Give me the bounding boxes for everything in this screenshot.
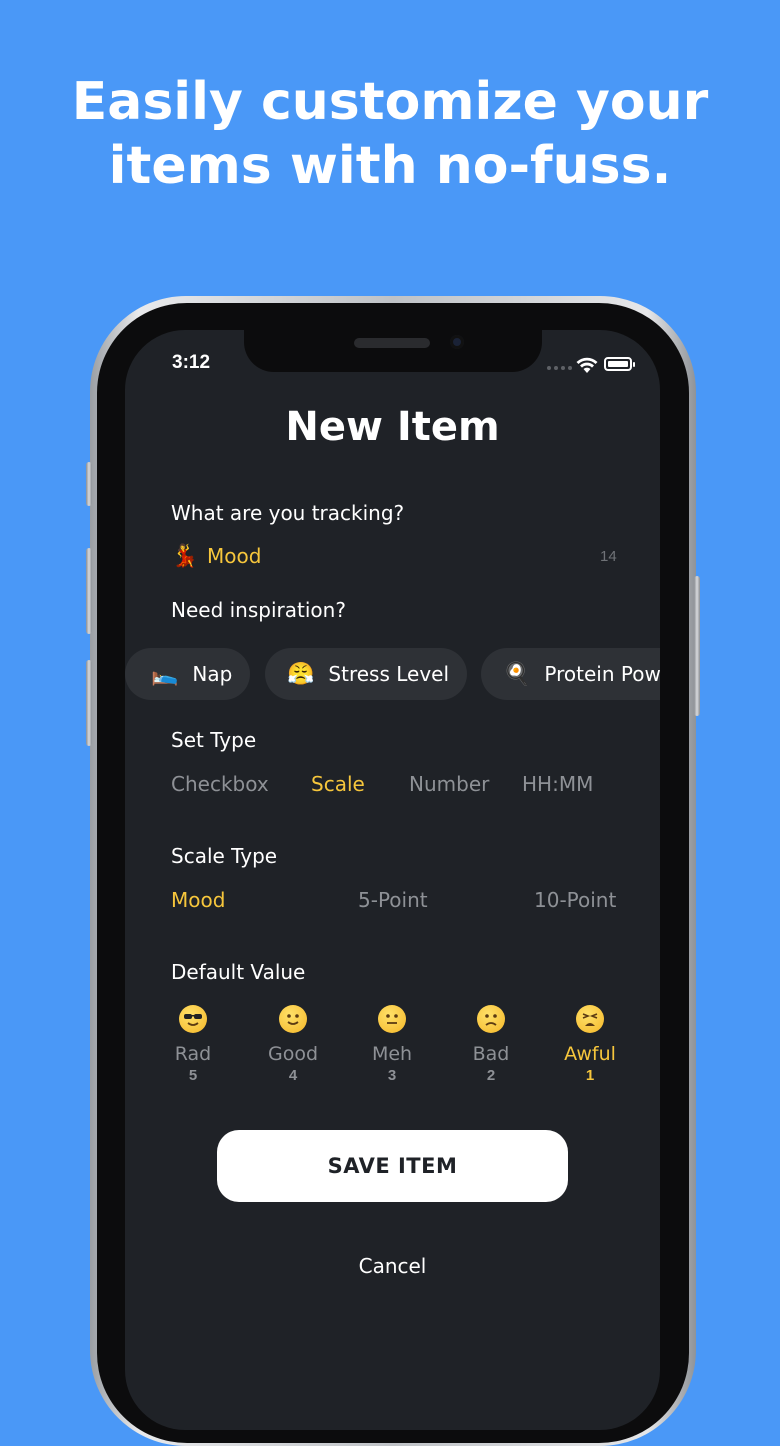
scale-type-mood[interactable]: Mood xyxy=(171,888,225,912)
earpiece-speaker xyxy=(354,338,430,348)
set-type-scale[interactable]: Scale xyxy=(311,772,365,796)
headline: Easily customize your items with no-fuss… xyxy=(0,70,780,198)
dancer-icon: 💃 xyxy=(171,543,199,568)
tired-face-icon xyxy=(576,1005,604,1033)
mood-value: 5 xyxy=(188,1067,198,1084)
mood-value: 2 xyxy=(486,1067,496,1084)
inspiration-chips: 🛌 Nap 😤 Stress Level 🍳 Protein Pow xyxy=(125,648,660,700)
mood-option-meh[interactable]: Meh 3 xyxy=(352,1005,432,1084)
chip-label: Nap xyxy=(192,662,233,686)
scale-type-10-point[interactable]: 10-Point xyxy=(534,888,616,912)
mute-switch xyxy=(86,462,92,506)
volume-up-button xyxy=(86,548,92,634)
cellular-signal-icon xyxy=(547,366,572,370)
status-time: 3:12 xyxy=(172,352,211,373)
steam-face-icon: 😤 xyxy=(287,661,315,687)
volume-down-button xyxy=(86,660,92,746)
headline-line-1: Easily customize your xyxy=(71,72,709,132)
mood-option-awful[interactable]: Awful 1 xyxy=(550,1005,630,1084)
scale-type-5-point[interactable]: 5-Point xyxy=(358,888,428,912)
chip-label: Protein Pow xyxy=(544,662,660,686)
set-type-number[interactable]: Number xyxy=(409,772,489,796)
frown-face-icon xyxy=(477,1005,505,1033)
tracking-label: What are you tracking? xyxy=(171,501,405,525)
headline-line-2: items with no-fuss. xyxy=(108,136,672,196)
page-title: New Item xyxy=(285,404,500,450)
mood-value: 3 xyxy=(387,1067,397,1084)
mood-value: 1 xyxy=(585,1067,595,1084)
mood-label: Bad xyxy=(472,1043,510,1065)
set-type-checkbox[interactable]: Checkbox xyxy=(171,772,269,796)
notch xyxy=(244,330,542,372)
scale-type-label: Scale Type xyxy=(171,844,278,868)
mood-label: Awful xyxy=(564,1043,616,1065)
mood-label: Rad xyxy=(174,1043,212,1065)
mood-option-bad[interactable]: Bad 2 xyxy=(451,1005,531,1084)
chip-label: Stress Level xyxy=(328,662,450,686)
power-button xyxy=(694,576,700,716)
chip-protein-powder[interactable]: 🍳 Protein Pow xyxy=(481,648,660,700)
mood-value: 4 xyxy=(288,1067,298,1084)
inspiration-label: Need inspiration? xyxy=(171,598,346,622)
cancel-button[interactable]: Cancel xyxy=(125,1254,660,1278)
mood-option-rad[interactable]: Rad 5 xyxy=(153,1005,233,1084)
tracking-input[interactable]: 💃 Mood xyxy=(171,543,261,569)
save-item-button[interactable]: SAVE ITEM xyxy=(217,1130,568,1202)
tracking-value: Mood xyxy=(207,544,262,568)
default-value-label: Default Value xyxy=(171,960,306,984)
neutral-face-icon xyxy=(378,1005,406,1033)
set-type-hhmm[interactable]: HH:MM xyxy=(522,772,593,796)
chip-stress-level[interactable]: 😤 Stress Level xyxy=(265,648,468,700)
mood-label: Good xyxy=(267,1043,319,1065)
mood-option-good[interactable]: Good 4 xyxy=(253,1005,333,1084)
cool-face-icon xyxy=(179,1005,207,1033)
character-count: 14 xyxy=(600,548,617,565)
mood-label: Meh xyxy=(371,1043,413,1065)
slight-smile-icon xyxy=(279,1005,307,1033)
sleeping-bed-icon: 🛌 xyxy=(151,661,179,687)
wifi-icon xyxy=(576,357,598,373)
front-camera xyxy=(450,335,464,349)
battery-icon xyxy=(604,357,635,371)
set-type-label: Set Type xyxy=(171,728,257,752)
frying-pan-icon: 🍳 xyxy=(503,661,531,687)
chip-nap[interactable]: 🛌 Nap xyxy=(125,648,251,700)
